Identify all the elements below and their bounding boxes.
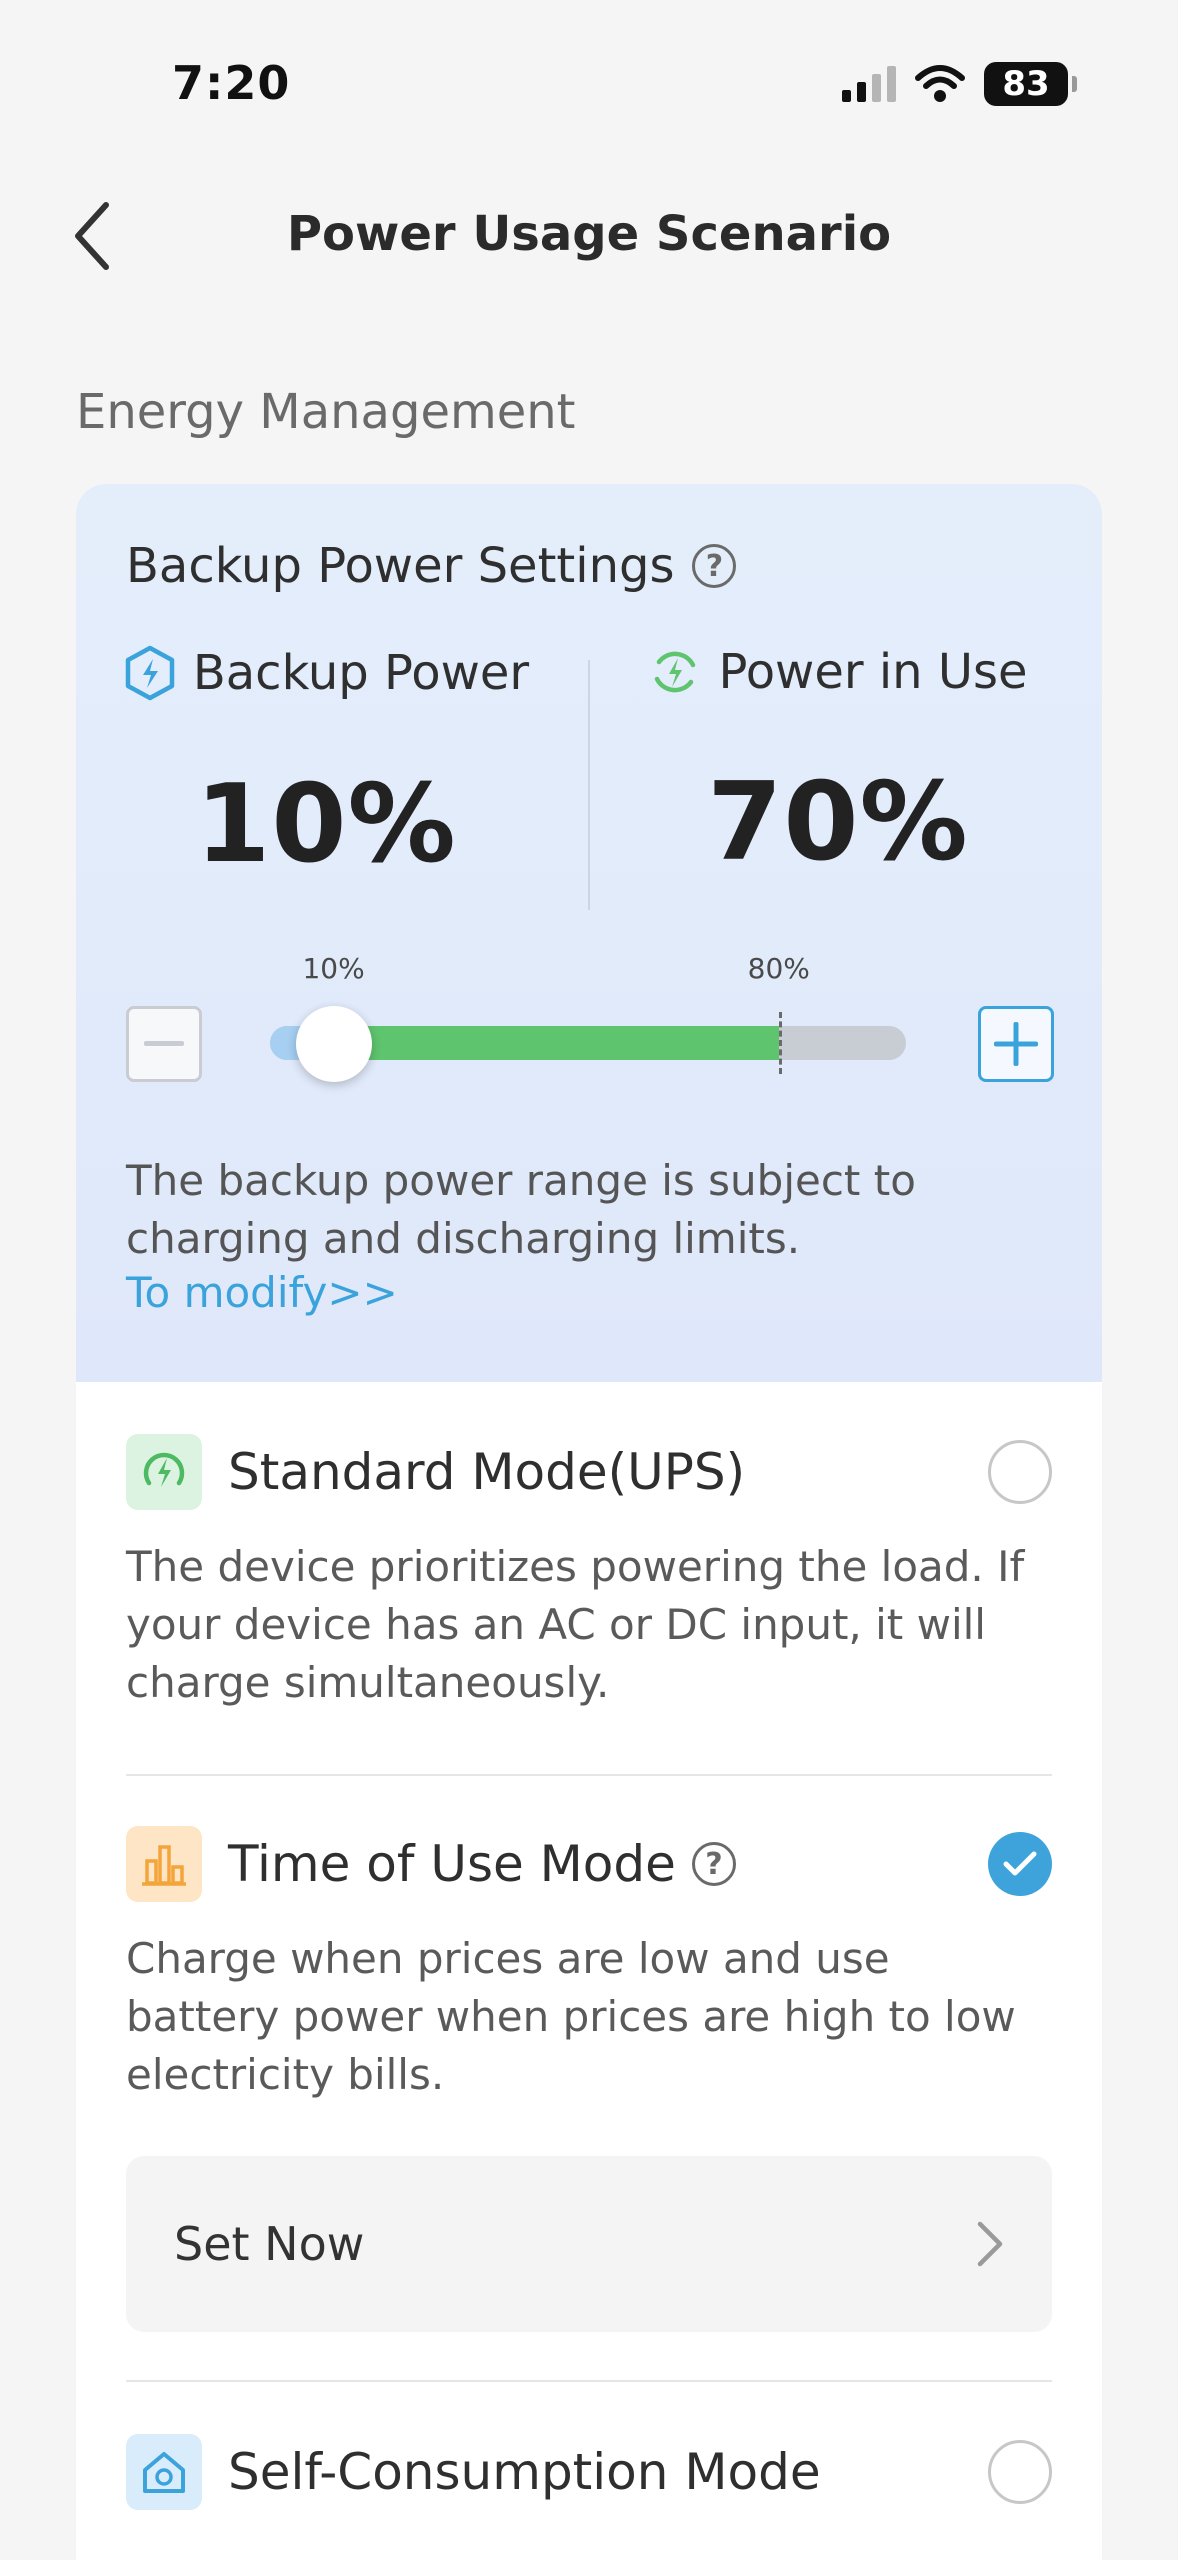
lightning-cycle-icon [655, 651, 696, 693]
battery-indicator: 83 [984, 62, 1077, 106]
set-now-button[interactable]: Set Now [126, 2156, 1052, 2332]
backup-power-label: Backup Power [192, 645, 530, 701]
signal-icon [842, 66, 896, 102]
decrease-button[interactable] [126, 1006, 202, 1082]
section-title: Energy Management [76, 384, 576, 440]
chevron-right-icon [977, 2221, 1003, 2267]
range-note: The backup power range is subject to cha… [126, 1156, 916, 1263]
mode-time-of-use-title: Time of Use Mode ? [228, 1835, 736, 1893]
divider [126, 2380, 1052, 2382]
divider [126, 1774, 1052, 1776]
help-icon[interactable]: ? [692, 544, 737, 588]
mode-standard[interactable]: Standard Mode(UPS) The device prioritize… [126, 1434, 1052, 1712]
increase-button[interactable] [978, 1006, 1054, 1082]
checkmark-icon [1003, 1851, 1037, 1876]
backup-power-column: Backup Power 10% [76, 644, 576, 887]
slider-min-label: 10% [302, 952, 365, 985]
mode-standard-icon-box [126, 1434, 202, 1510]
set-now-label: Set Now [174, 2217, 365, 2271]
status-time: 7:20 [172, 56, 291, 110]
power-in-use-label: Power in Use [718, 644, 1028, 700]
wifi-icon [915, 65, 965, 102]
mode-standard-radio[interactable] [988, 1440, 1052, 1504]
backup-settings-panel: Backup Power Settings ? Backup Power 10% [76, 484, 1102, 1382]
mode-self-consumption-title: Self-Consumption Mode [228, 2443, 821, 2501]
mode-standard-description: The device prioritizes powering the load… [126, 1542, 1025, 1707]
mode-time-of-use-description: Charge when prices are low and use batte… [126, 1934, 1016, 2099]
page-title: Power Usage Scenario [286, 206, 892, 262]
mode-time-of-use[interactable]: Time of Use Mode ? Charge when prices ar… [126, 1826, 1052, 2104]
shield-lightning-icon [125, 645, 175, 701]
help-icon[interactable]: ? [691, 1842, 736, 1886]
home-solar-icon [143, 2452, 185, 2493]
plus-icon [994, 1022, 1038, 1066]
mode-time-of-use-label: Time of Use Mode [228, 1835, 676, 1893]
energy-card: Backup Power Settings ? Backup Power 10% [76, 484, 1102, 2560]
slider-thumb[interactable] [295, 1006, 372, 1082]
backup-slider[interactable]: 10% 80% [270, 952, 906, 1082]
mode-time-of-use-radio[interactable] [988, 1832, 1052, 1896]
mode-standard-title: Standard Mode(UPS) [228, 1443, 746, 1501]
lightning-cycle-icon [143, 1452, 185, 1487]
mode-time-of-use-icon-box [126, 1826, 202, 1902]
backup-settings-title: Backup Power Settings ? [126, 538, 737, 594]
screen: 7:20 83 Power Usage Scenario Energy Mana… [0, 0, 1178, 2560]
slider-in-use-segment [333, 1026, 779, 1060]
modify-link[interactable]: To modify>> [126, 1268, 398, 1317]
slider-max-marker [778, 1012, 782, 1074]
status-icons: 83 [842, 62, 1077, 106]
backup-settings-label: Backup Power Settings [126, 538, 675, 594]
power-in-use-column: Power in Use 70% [588, 644, 1088, 885]
mode-self-consumption-radio[interactable] [988, 2440, 1052, 2504]
power-in-use-value: 70% [707, 760, 969, 885]
bar-chart-icon [142, 1845, 186, 1886]
slider-max-label: 80% [747, 952, 810, 985]
backup-power-value: 10% [195, 762, 457, 887]
mode-self-consumption[interactable]: Self-Consumption Mode [126, 2434, 1052, 2510]
mode-self-consumption-icon-box [126, 2434, 202, 2510]
minus-icon [144, 1041, 184, 1046]
